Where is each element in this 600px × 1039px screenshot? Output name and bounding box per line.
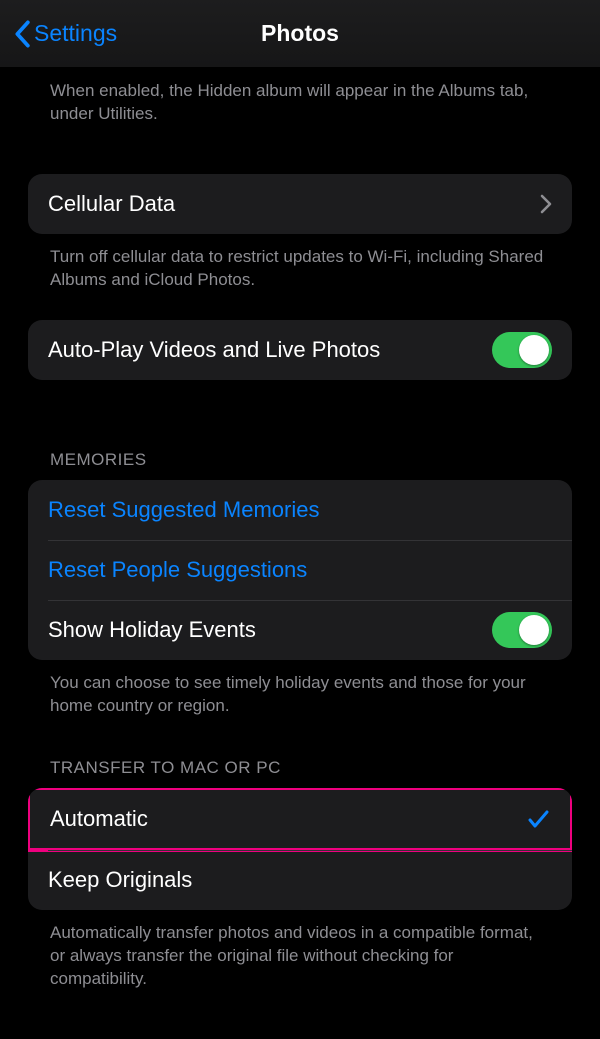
reset-people-suggestions-row[interactable]: Reset People Suggestions (28, 540, 572, 600)
cellular-data-row[interactable]: Cellular Data (28, 174, 572, 234)
back-button[interactable]: Settings (12, 20, 117, 48)
holiday-label: Show Holiday Events (48, 617, 256, 643)
autoplay-row[interactable]: Auto-Play Videos and Live Photos (28, 320, 572, 380)
page-title: Photos (261, 20, 339, 47)
cellular-footer: Turn off cellular data to restrict updat… (28, 234, 572, 292)
chevron-right-icon (540, 194, 552, 214)
back-label: Settings (34, 20, 117, 47)
transfer-automatic-row[interactable]: Automatic (30, 790, 570, 848)
transfer-header: TRANSFER TO MAC OR PC (28, 758, 572, 788)
reset-suggested-memories-row[interactable]: Reset Suggested Memories (28, 480, 572, 540)
automatic-label: Automatic (50, 806, 148, 832)
autoplay-toggle[interactable] (492, 332, 552, 368)
show-holiday-events-row[interactable]: Show Holiday Events (28, 600, 572, 660)
holiday-toggle[interactable] (492, 612, 552, 648)
hidden-album-footer: When enabled, the Hidden album will appe… (28, 68, 572, 126)
transfer-footer: Automatically transfer photos and videos… (28, 910, 572, 991)
checkmark-icon (526, 807, 550, 831)
automatic-highlight: Automatic (28, 788, 572, 852)
chevron-left-icon (12, 20, 32, 48)
memories-group: Reset Suggested Memories Reset People Su… (28, 480, 572, 660)
reset-people-label: Reset People Suggestions (48, 557, 307, 583)
cellular-group: Cellular Data (28, 174, 572, 234)
cellular-data-label: Cellular Data (48, 191, 175, 217)
autoplay-label: Auto-Play Videos and Live Photos (48, 337, 380, 363)
transfer-group: Automatic Keep Originals (28, 788, 572, 910)
memories-header: MEMORIES (28, 450, 572, 480)
transfer-keep-originals-row[interactable]: Keep Originals (28, 850, 572, 910)
memories-footer: You can choose to see timely holiday eve… (28, 660, 572, 718)
autoplay-group: Auto-Play Videos and Live Photos (28, 320, 572, 380)
keep-originals-label: Keep Originals (48, 867, 192, 893)
reset-suggested-label: Reset Suggested Memories (48, 497, 319, 523)
nav-bar: Settings Photos (0, 0, 600, 68)
content: When enabled, the Hidden album will appe… (0, 68, 600, 1039)
